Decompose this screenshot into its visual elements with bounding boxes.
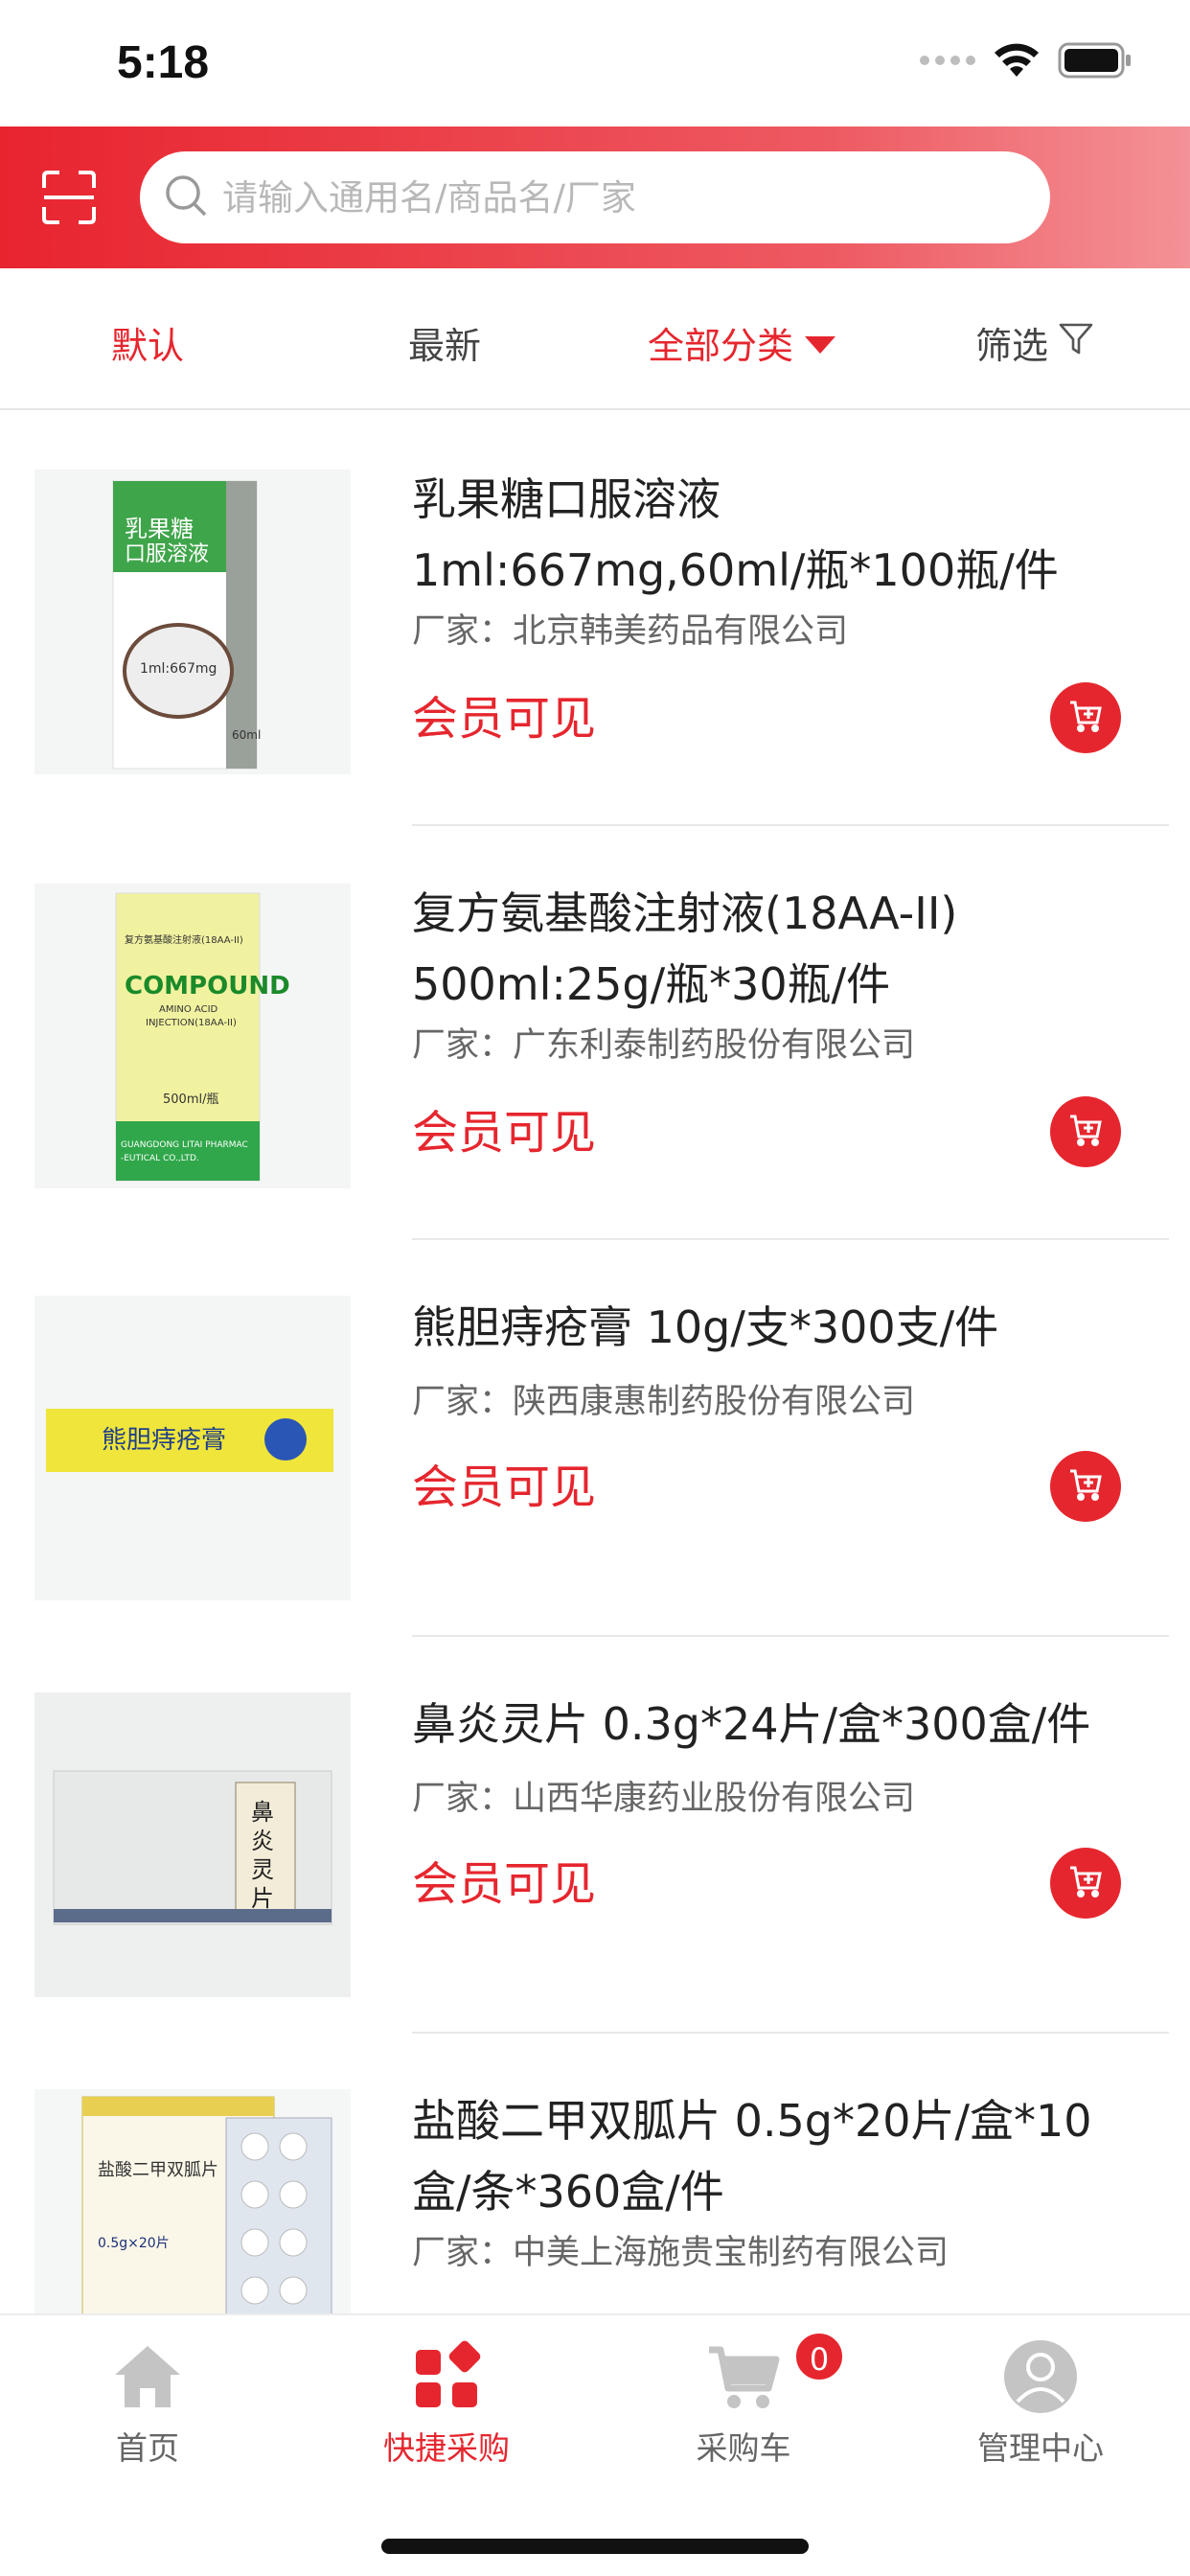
signal-icon <box>920 56 975 65</box>
tab-management[interactable]: 管理中心 <box>945 2338 1136 2469</box>
product-title[interactable]: 熊胆痔疮膏 10g/支*300支/件 <box>412 1292 1121 1363</box>
product-maker: 厂家：中美上海施贵宝制药有限公司 <box>412 2234 950 2272</box>
product-image-text: 鼻炎灵片 <box>251 1799 274 1912</box>
product-image: 乳果糖 口服溶液 1ml:667mg 60ml <box>34 470 351 774</box>
product-title[interactable]: 乳果糖口服溶液 1ml:667mg,60ml/瓶*100瓶/件 <box>412 464 1121 606</box>
grid-icon <box>408 2338 485 2415</box>
funnel-icon <box>1058 320 1094 365</box>
product-list: 乳果糖 口服溶液 1ml:667mg 60ml 乳果糖口服溶液 1ml:667m… <box>0 412 1190 2338</box>
status-time: 5:18 <box>117 37 210 88</box>
product-title[interactable]: 鼻炎灵片 0.3g*24片/盒*300盒/件 <box>412 1689 1121 1760</box>
product-image-text: 0.5g×20片 <box>98 2236 170 2251</box>
product-image-text: -EUTICAL CO.,LTD. <box>121 1154 199 1163</box>
product-image: 鼻炎灵片 <box>34 1692 351 1997</box>
filter-default[interactable]: 默认 <box>111 316 184 369</box>
product-image-text: 60ml <box>232 728 262 742</box>
product-image-text: 复方氨基酸注射液(18AA-II) <box>125 935 243 946</box>
tab-management-label: 管理中心 <box>977 2429 1104 2467</box>
filter-screen-label: 筛选 <box>975 325 1049 367</box>
cart-icon <box>1066 1862 1105 1904</box>
product-title[interactable]: 复方氨基酸注射液(18AA-II) 500ml:25g/瓶*30瓶/件 <box>412 878 1121 1020</box>
product-price: 会员可见 <box>412 692 597 746</box>
product-image-text: GUANGDONG LITAI PHARMAC <box>121 1140 248 1150</box>
product-maker: 厂家：北京韩美药品有限公司 <box>412 612 849 651</box>
product-image-text: 1ml:667mg <box>140 661 217 677</box>
tab-home-label: 首页 <box>116 2429 179 2467</box>
user-icon <box>1002 2338 1079 2415</box>
filter-newest-label: 最新 <box>408 325 482 367</box>
product-image: 复方氨基酸注射液(18AA-II) COMPOUND AMINO ACID IN… <box>34 884 351 1188</box>
filter-screen[interactable]: 筛选 <box>975 316 1094 369</box>
add-to-cart-button[interactable] <box>1050 1096 1121 1167</box>
search-bar[interactable] <box>140 151 1050 243</box>
product-image-text: 熊胆痔疮膏 <box>102 1426 227 1455</box>
product-image: 盐酸二甲双胍片 0.5g×20片 <box>34 2089 351 2338</box>
product-price: 会员可见 <box>412 1857 597 1911</box>
product-image-text: 盐酸二甲双胍片 <box>98 2160 218 2180</box>
product-image-text: 口服溶液 <box>125 542 210 566</box>
product-maker: 厂家：广东利泰制药股份有限公司 <box>412 1026 916 1065</box>
tab-cart-label: 采购车 <box>696 2429 791 2467</box>
filter-category[interactable]: 全部分类 <box>648 316 837 369</box>
add-to-cart-button[interactable] <box>1050 1451 1121 1522</box>
product-maker: 厂家：山西华康药业股份有限公司 <box>412 1780 916 1818</box>
product-image-text: AMINO ACID <box>159 1004 218 1015</box>
tab-quick-purchase[interactable]: 快捷采购 <box>351 2338 542 2469</box>
product-item[interactable]: 盐酸二甲双胍片 0.5g×20片 盐酸二甲双胍片 0.5g*20片/盒*10盒/… <box>0 2034 1190 2338</box>
tab-cart[interactable]: 0 采购车 <box>648 2331 845 2469</box>
product-item[interactable]: 鼻炎灵片 鼻炎灵片 0.3g*24片/盒*300盒/件 厂家：山西华康药业股份有… <box>0 1637 1190 2034</box>
cart-badge: 0 <box>793 2331 845 2382</box>
add-to-cart-button[interactable] <box>1050 1848 1121 1919</box>
home-indicator <box>381 2539 809 2554</box>
filter-newest[interactable]: 最新 <box>408 316 481 369</box>
tab-quick-purchase-label: 快捷采购 <box>383 2429 510 2467</box>
product-price: 会员可见 <box>412 1106 597 1160</box>
product-price: 会员可见 <box>412 1460 597 1514</box>
product-image-text: COMPOUND <box>125 972 290 1000</box>
product-image-text: 500ml/瓶 <box>163 1092 219 1107</box>
wifi-icon <box>993 42 1041 79</box>
caret-down-icon <box>803 322 837 364</box>
filter-bar: 默认 最新 全部分类 筛选 <box>0 268 1190 410</box>
filter-default-label: 默认 <box>111 325 185 367</box>
product-maker: 厂家：陕西康惠制药股份有限公司 <box>412 1383 916 1421</box>
cart-icon <box>1066 1465 1105 1507</box>
bottom-tab-bar: 首页 快捷采购 0 采购车 管理中心 <box>0 2313 1190 2576</box>
add-to-cart-button[interactable] <box>1050 682 1121 753</box>
filter-category-label: 全部分类 <box>648 325 794 367</box>
product-item[interactable]: 熊胆痔疮膏 熊胆痔疮膏 10g/支*300支/件 厂家：陕西康惠制药股份有限公司… <box>0 1240 1190 1637</box>
product-image-text: INJECTION(18AA-II) <box>146 1018 237 1028</box>
tab-home[interactable]: 首页 <box>52 2338 243 2469</box>
status-bar: 5:18 <box>0 0 1190 126</box>
search-icon <box>163 172 209 222</box>
product-item[interactable]: 乳果糖 口服溶液 1ml:667mg 60ml 乳果糖口服溶液 1ml:667m… <box>0 412 1190 826</box>
cart-icon: 0 <box>705 2331 845 2415</box>
battery-icon <box>1058 42 1133 79</box>
search-header <box>0 126 1190 268</box>
home-icon <box>109 2338 186 2415</box>
cart-icon <box>1066 697 1105 739</box>
product-image: 熊胆痔疮膏 <box>34 1296 351 1600</box>
product-item[interactable]: 复方氨基酸注射液(18AA-II) COMPOUND AMINO ACID IN… <box>0 826 1190 1240</box>
product-title[interactable]: 盐酸二甲双胍片 0.5g*20片/盒*10盒/条*360盒/件 <box>412 2085 1121 2227</box>
status-icons <box>920 42 1133 79</box>
scan-icon[interactable] <box>42 171 96 224</box>
search-input[interactable] <box>222 176 1008 218</box>
cart-icon <box>1066 1111 1105 1153</box>
